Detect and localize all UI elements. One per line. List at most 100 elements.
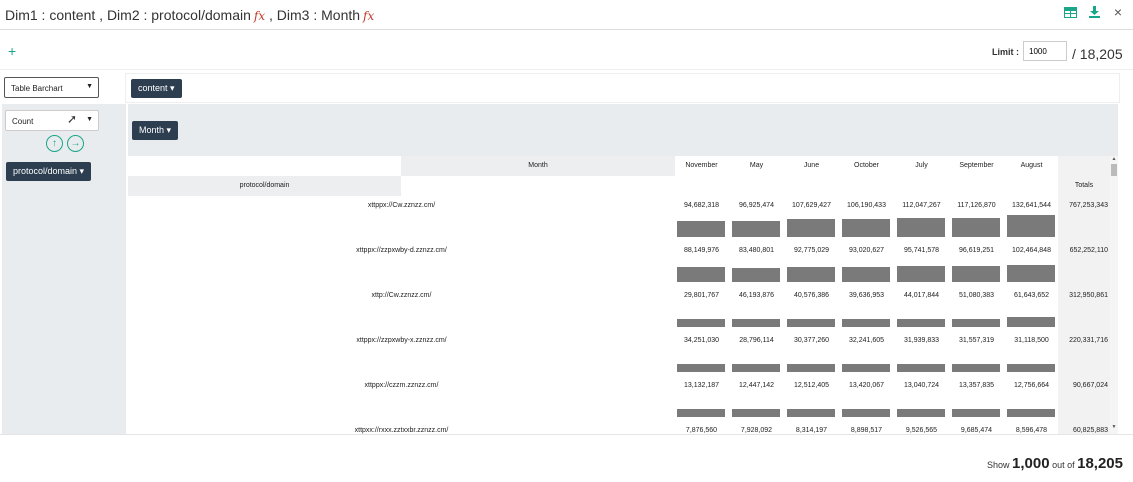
cell-bar: [842, 364, 890, 372]
cell-bar: [1007, 265, 1055, 282]
cell-bar: [842, 219, 890, 237]
limit-input[interactable]: [1023, 41, 1067, 61]
row-count: Show 1,000 out of 18,205: [987, 455, 1123, 472]
cell-value: 88,149,976: [683, 247, 720, 254]
cell-value: 94,682,318: [683, 202, 720, 209]
cell-value: 30,377,260: [793, 337, 830, 344]
dim3-label: Dim3 : Month: [276, 6, 361, 23]
cell-bar: [677, 409, 725, 417]
row-dimension-panel: [2, 104, 126, 434]
cell-bar: [787, 319, 835, 327]
sort-rows-icon[interactable]: ↑: [46, 135, 63, 152]
cell-value: 40,576,386: [793, 292, 830, 299]
month-column-header: October: [854, 162, 879, 169]
content-pill-label: content: [138, 83, 168, 93]
cell-bar: [732, 319, 780, 327]
cell-value: 117,126,870: [957, 202, 996, 209]
cell-value: 28,796,114: [739, 337, 774, 344]
totals-header: Totals: [1074, 182, 1094, 189]
row-total: 60,825,883: [1072, 427, 1108, 434]
row-total: 90,667,024: [1072, 382, 1108, 389]
cell-value: 13,040,724: [903, 382, 940, 389]
scroll-up-icon[interactable]: ▲: [1110, 156, 1118, 162]
cell-bar: [677, 319, 725, 327]
cell-bar: [787, 364, 835, 372]
month-pill[interactable]: Month ▾: [132, 121, 179, 140]
cell-bar: [842, 319, 890, 327]
cell-bar: [842, 267, 890, 282]
cell-value: 13,420,067: [848, 382, 885, 389]
protocol-domain-pill[interactable]: protocol/domain ▾: [6, 162, 92, 181]
dim2-fx-icon[interactable]: fx: [254, 9, 265, 23]
cell-bar: [897, 319, 945, 327]
add-icon[interactable]: +: [8, 43, 16, 59]
cell-bar: [952, 409, 1000, 417]
close-icon[interactable]: ×: [1111, 4, 1125, 20]
scroll-down-icon[interactable]: ▼: [1110, 424, 1118, 430]
month-pill-label: Month: [139, 125, 165, 135]
cell-bar: [787, 409, 835, 417]
renderer-select[interactable]: Table Barchart ▼: [4, 77, 99, 98]
cell-bar: [897, 364, 945, 372]
row-header: protocol/domain: [128, 176, 401, 196]
cell-value: 44,017,844: [903, 292, 940, 299]
sort-cols-icon[interactable]: →: [67, 135, 84, 152]
dim3-fx-icon[interactable]: fx: [363, 9, 374, 23]
aggregator-selected: Count: [12, 117, 34, 126]
month-column-header: July: [915, 162, 928, 169]
month-column-header: November: [685, 162, 718, 169]
column-dimension-area: [125, 73, 1120, 103]
cell-bar: [842, 409, 890, 417]
protocol-domain-pill-label: protocol/domain: [13, 166, 78, 176]
cell-bar: [1007, 409, 1055, 417]
row-label: xttpxx://rxxx.zztxxbr.zznzz.cm/: [354, 427, 449, 434]
table-icon[interactable]: [1063, 5, 1077, 19]
cell-value: 46,193,876: [738, 292, 775, 299]
cell-value: 12,756,664: [1013, 382, 1050, 389]
row-label: xttppx://czzm.zznzz.cm/: [364, 382, 439, 389]
cell-bar: [952, 218, 1000, 237]
pivot-table: Month protocol/domain Totals November May…: [128, 156, 1118, 434]
dim2-label: Dim2 : protocol/domain: [106, 6, 251, 23]
scroll-thumb[interactable]: [1111, 164, 1117, 176]
cell-bar: [897, 266, 945, 282]
month-column-header: June: [803, 162, 820, 169]
content-pill[interactable]: content ▾: [131, 79, 182, 98]
cell-bar: [732, 268, 780, 282]
row-label: xttppx://Cw.zznzz.cm/: [367, 202, 436, 209]
title-bar: Dim1 : content , Dim2 : protocol/domain f…: [0, 0, 1133, 30]
cell-value: 8,596,478: [1015, 427, 1048, 434]
limit-label: Limit :: [992, 47, 1019, 57]
cell-value: 12,512,405: [793, 382, 830, 389]
month-column-header: August: [1020, 162, 1043, 169]
cell-value: 9,685,474: [960, 427, 993, 434]
footer-shown: 1,000: [1012, 455, 1050, 472]
cell-bar: [787, 219, 835, 237]
cell-value: 8,898,517: [850, 427, 883, 434]
cell-bar: [787, 267, 835, 282]
cell-value: 83,480,801: [738, 247, 775, 254]
cell-value: 61,643,652: [1013, 292, 1050, 299]
dim1-label: Dim1 : content: [5, 6, 96, 23]
cell-value: 13,357,835: [958, 382, 995, 389]
footer-show: Show: [986, 460, 1010, 470]
cell-bar: [897, 218, 945, 237]
cell-value: 7,876,560: [685, 427, 718, 434]
row-axis-area: [128, 104, 1118, 156]
cell-bar: [1007, 364, 1055, 372]
cell-value: 9,526,565: [905, 427, 938, 434]
cell-value: 31,557,319: [958, 337, 995, 344]
aggregator-select[interactable]: Count ▼: [5, 110, 99, 131]
download-icon[interactable]: [1087, 5, 1101, 19]
table-scrollbar[interactable]: ▲ ▼: [1110, 156, 1118, 434]
chevron-down-icon: ▼: [86, 116, 93, 123]
row-total: 767,253,343: [1069, 202, 1108, 209]
mouse-cursor-icon: ➚: [67, 112, 78, 126]
cell-bar: [952, 364, 1000, 372]
toolbar: + Limit : / 18,205: [0, 40, 1133, 70]
footer: Show 1,000 out of 18,205: [0, 434, 1133, 482]
cell-value: 31,118,500: [1014, 337, 1049, 344]
row-total: 652,252,110: [1069, 247, 1108, 254]
chevron-down-icon: ▼: [86, 83, 93, 90]
cell-bar: [732, 221, 780, 237]
